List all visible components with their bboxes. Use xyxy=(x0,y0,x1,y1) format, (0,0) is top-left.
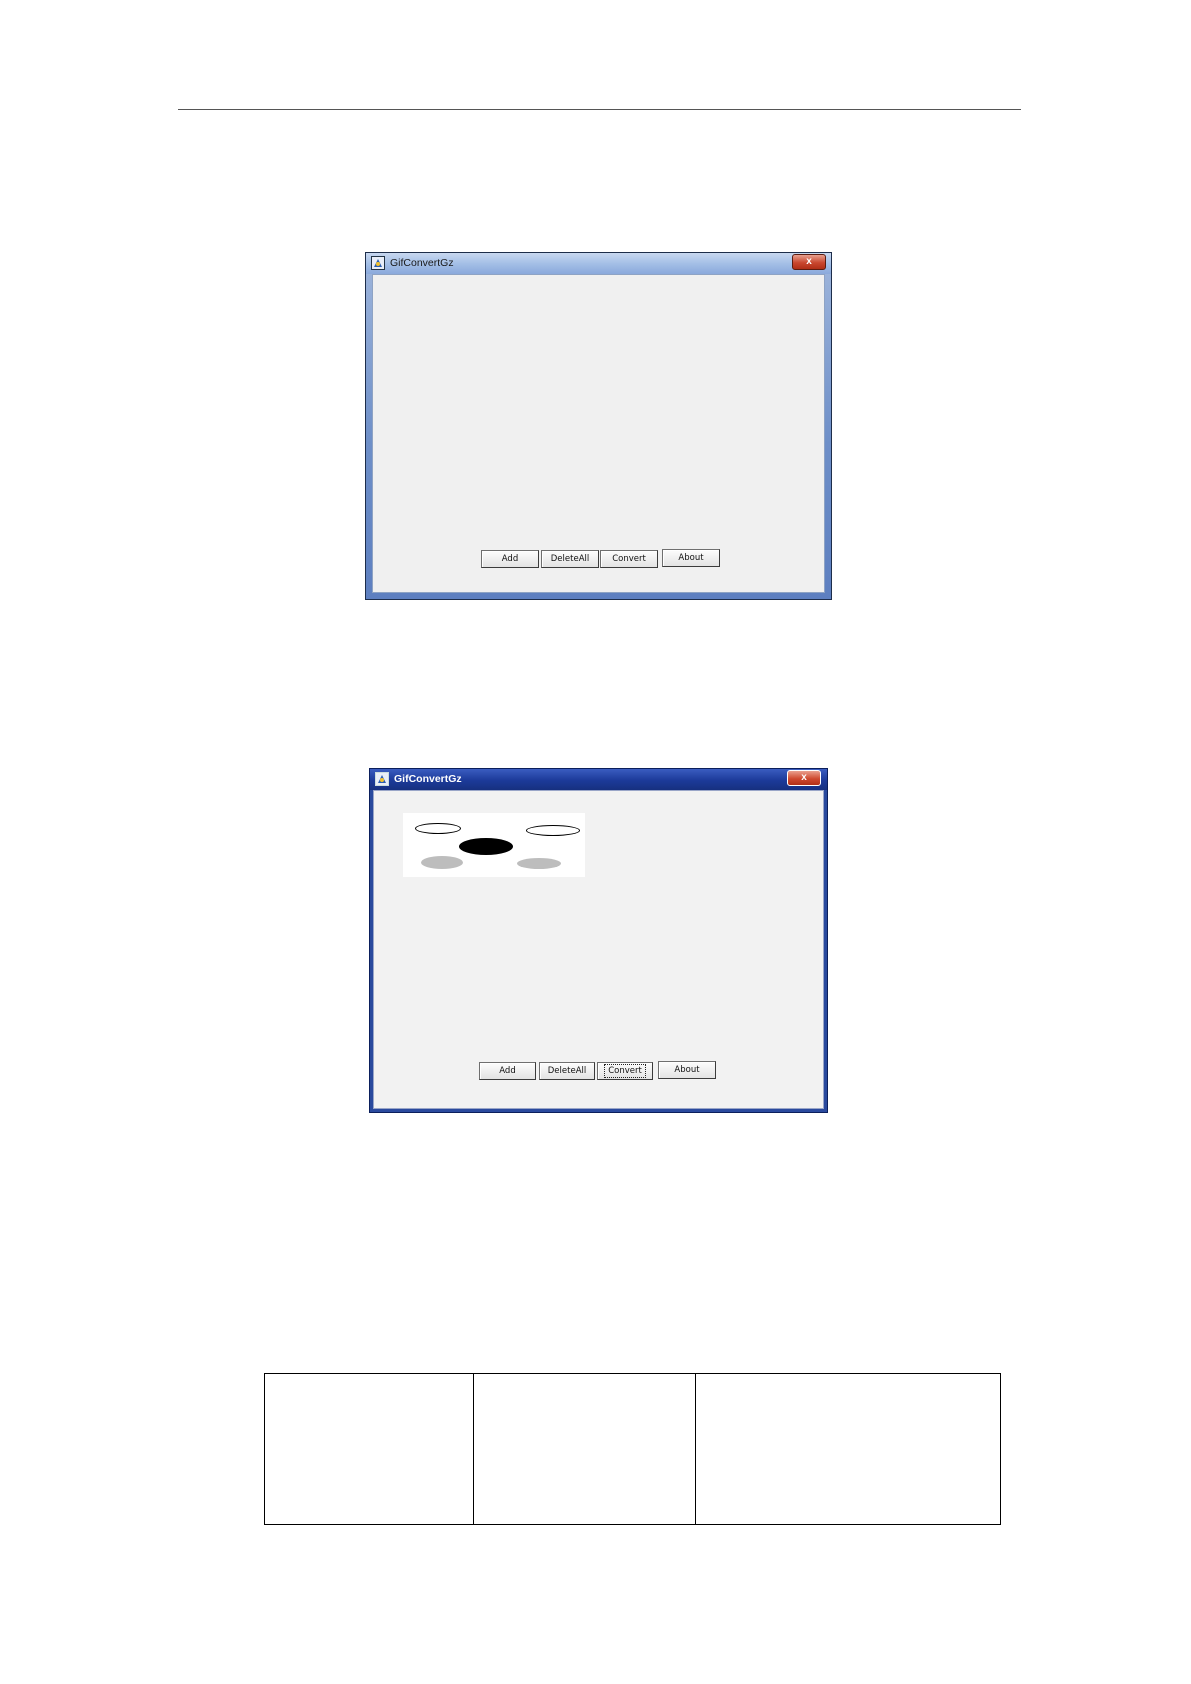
close-icon: x xyxy=(806,256,812,267)
gray-ellipse-shape xyxy=(421,856,463,869)
add-button[interactable]: Add xyxy=(479,1062,536,1080)
table-row xyxy=(264,1373,1001,1525)
delete-all-button-label: DeleteAll xyxy=(547,1066,587,1076)
table-cell xyxy=(695,1373,1001,1525)
add-button[interactable]: Add xyxy=(481,550,539,568)
about-button-label: About xyxy=(678,553,704,563)
gif-preview-image[interactable] xyxy=(403,813,585,877)
close-button[interactable]: x xyxy=(787,770,821,786)
outline-ellipse-shape xyxy=(415,823,461,834)
convert-button-label: Convert xyxy=(612,554,646,564)
add-button-label: Add xyxy=(499,1066,516,1076)
outline-ellipse-shape xyxy=(526,825,580,836)
delete-all-button-label: DeleteAll xyxy=(550,554,590,564)
window-client-area: Add DeleteAll Convert About xyxy=(372,274,825,593)
about-button-label: About xyxy=(674,1065,700,1075)
close-button[interactable]: x xyxy=(792,254,826,270)
close-icon: x xyxy=(801,772,807,783)
gifconvert-app-icon xyxy=(371,256,385,270)
window-titlebar[interactable]: GifConvertGz x xyxy=(366,253,831,274)
black-ellipse-shape xyxy=(459,838,513,855)
gifconvert-window-with-image: GifConvertGz x Add DeleteAll Convert Abo… xyxy=(369,768,828,1113)
gifconvert-window-initial: GifConvertGz x Add DeleteAll Convert Abo… xyxy=(365,252,832,600)
convert-button-label: Convert xyxy=(604,1064,646,1078)
about-button[interactable]: About xyxy=(662,549,720,567)
page-header-rule xyxy=(178,109,1021,110)
gray-ellipse-shape xyxy=(517,858,561,869)
document-table xyxy=(264,1373,1001,1525)
window-title: GifConvertGz xyxy=(390,257,454,269)
table-cell xyxy=(473,1373,696,1525)
table-cell xyxy=(264,1373,474,1525)
window-client-area: Add DeleteAll Convert About xyxy=(373,790,824,1109)
add-button-label: Add xyxy=(501,554,519,564)
convert-button[interactable]: Convert xyxy=(597,1062,653,1080)
convert-button[interactable]: Convert xyxy=(600,550,658,568)
delete-all-button[interactable]: DeleteAll xyxy=(541,550,599,568)
delete-all-button[interactable]: DeleteAll xyxy=(539,1062,595,1080)
about-button[interactable]: About xyxy=(658,1061,716,1079)
window-titlebar[interactable]: GifConvertGz x xyxy=(370,769,827,790)
window-title: GifConvertGz xyxy=(394,773,462,785)
gifconvert-app-icon xyxy=(375,772,389,786)
